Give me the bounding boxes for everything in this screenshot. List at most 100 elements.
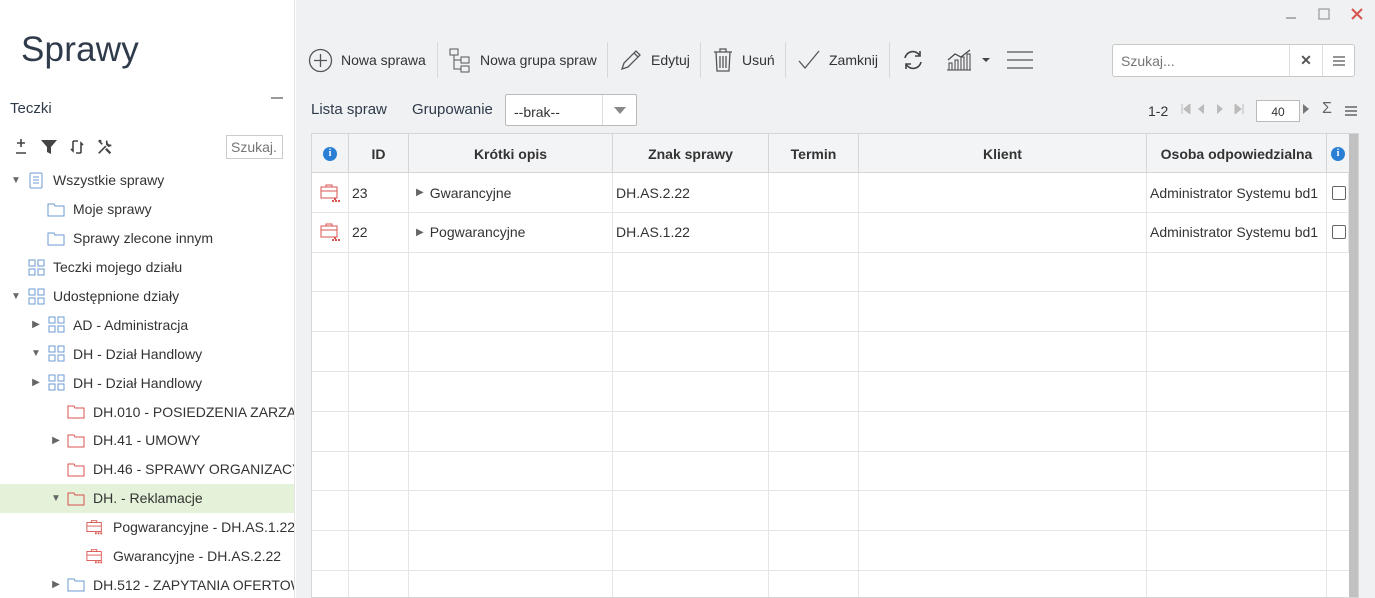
expand-row-icon[interactable]: ▶	[416, 187, 424, 198]
next-page-icon[interactable]	[1216, 103, 1224, 117]
clear-search-icon[interactable]: ✕	[1289, 45, 1322, 76]
tree-node-dh010[interactable]: DH.010 - POSIEDZENIA ZARZĄDU	[0, 397, 295, 426]
tree-node-label: Moje sprawy	[73, 201, 152, 218]
new-case-button[interactable]: Nowa sprawa	[308, 40, 426, 80]
case-search-input[interactable]	[1113, 45, 1289, 76]
tree-node-dh46[interactable]: DH.46 - SPRAWY ORGANIZACYJNE	[0, 455, 294, 484]
grouping-value: --brak--	[514, 104, 560, 120]
grouping-select[interactable]: --brak--	[505, 94, 637, 126]
plus-circle-icon	[308, 48, 333, 72]
next-page-active-icon[interactable]	[1302, 103, 1310, 117]
tree-node-reklamacje[interactable]: ▼ DH. - Reklamacje	[0, 483, 294, 513]
grid-body: 23 ▶ Gwarancyjne DH.AS.2.22 Administrato…	[312, 173, 1358, 597]
expand-collapse-icon[interactable]	[12, 137, 30, 157]
column-header-deadline[interactable]: Termin	[769, 134, 859, 173]
sum-icon[interactable]: Σ	[1322, 100, 1332, 118]
department-icon	[27, 288, 45, 304]
empty-row	[312, 451, 1358, 492]
empty-row	[312, 411, 1358, 452]
cell-id: 23	[349, 173, 409, 212]
empty-row	[312, 570, 1358, 597]
tree-node-ad[interactable]: ▶ AD - Administracja	[0, 310, 294, 339]
cell-owner: Administrator Systemu bd1	[1147, 173, 1327, 212]
collapsed-arrow-icon[interactable]: ▶	[30, 377, 42, 389]
search-options-icon[interactable]	[1322, 45, 1355, 76]
tree-node-my-department[interactable]: Teczki mojego działu	[0, 253, 294, 282]
chart-icon	[947, 49, 971, 71]
expanded-arrow-icon[interactable]: ▼	[30, 348, 42, 360]
tree-node-label: DH.46 - SPRAWY ORGANIZACYJNE	[93, 461, 294, 478]
table-row[interactable]: 23 ▶ Gwarancyjne DH.AS.2.22 Administrato…	[312, 173, 1358, 213]
expand-row-icon[interactable]: ▶	[416, 227, 424, 238]
tree-node-my-cases[interactable]: Moje sprawy	[0, 195, 294, 224]
case-icon	[312, 173, 349, 212]
tree-node-dh-2[interactable]: ▶ DH - Dział Handlowy	[0, 368, 294, 397]
collapsed-arrow-icon[interactable]: ▶	[50, 579, 62, 591]
close-window-icon[interactable]	[1351, 7, 1363, 25]
grid-scrollbar[interactable]	[1349, 134, 1358, 597]
column-header-sign[interactable]: Znak sprawy	[613, 134, 769, 173]
more-menu-button[interactable]	[1007, 40, 1041, 80]
filter-icon[interactable]	[40, 137, 58, 157]
pager-range: 1-2	[1148, 103, 1169, 119]
tree-node-dh[interactable]: ▼ DH - Dział Handlowy	[0, 339, 294, 368]
close-case-button[interactable]: Zamknij	[797, 40, 878, 80]
tree-node-case-pogwarancyjne[interactable]: Pogwarancyjne - DH.AS.1.22	[0, 513, 295, 542]
refresh-button[interactable]	[902, 40, 932, 80]
collapsed-arrow-icon[interactable]: ▶	[50, 434, 62, 446]
info-column-header-right[interactable]: i	[1327, 134, 1349, 173]
tree-node-label: DH.41 - UMOWY	[93, 432, 201, 449]
folder-tree: ▼ Wszystkie sprawy Moje sprawy Sprawy zl…	[0, 166, 295, 598]
red-folder-icon	[67, 432, 85, 448]
expanded-arrow-icon[interactable]: ▼	[10, 290, 22, 302]
cell-deadline	[769, 212, 859, 252]
tree-node-dh41[interactable]: ▶ DH.41 - UMOWY	[0, 426, 294, 455]
empty-row	[312, 292, 1358, 333]
collapse-panel-button[interactable]	[271, 97, 283, 99]
tree-node-label: DH.512 - ZAPYTANIA OFERTOWE	[93, 576, 295, 593]
cases-panel: Nowa sprawa Nowa grupa spraw Edytuj Usuń…	[296, 0, 1375, 598]
tree-search-input[interactable]	[226, 135, 283, 159]
column-header-id[interactable]: ID	[349, 134, 409, 173]
folder-icon	[47, 230, 65, 246]
case-icon	[86, 519, 104, 535]
new-group-button[interactable]: Nowa grupa spraw	[448, 40, 597, 80]
edit-button[interactable]: Edytuj	[619, 40, 690, 80]
expanded-arrow-icon[interactable]: ▼	[10, 174, 22, 186]
tree-node-dh512[interactable]: ▶ DH.512 - ZAPYTANIA OFERTOWE	[0, 570, 295, 598]
grouping-label: Grupowanie	[412, 101, 493, 118]
tree-node-delegated-cases[interactable]: Sprawy zlecone innym	[0, 224, 294, 253]
refresh-icon	[904, 50, 922, 70]
table-row[interactable]: 22 ▶ Pogwarancyjne DH.AS.1.22 Administra…	[312, 212, 1358, 253]
info-column-header[interactable]: i	[312, 134, 349, 173]
row-checkbox[interactable]	[1332, 185, 1346, 200]
info-icon: i	[323, 146, 337, 161]
tools-icon[interactable]	[96, 137, 114, 157]
red-folder-icon	[67, 461, 85, 477]
collapsed-arrow-icon[interactable]: ▶	[30, 319, 42, 331]
cell-owner: Administrator Systemu bd1	[1147, 212, 1327, 252]
tree-node-label: Pogwarancyjne - DH.AS.1.22	[113, 519, 295, 536]
first-page-icon[interactable]	[1181, 102, 1191, 117]
column-header-client[interactable]: Klient	[859, 134, 1147, 173]
chart-dropdown-button[interactable]	[945, 40, 999, 80]
tree-node-case-gwarancyjne[interactable]: Gwarancyjne - DH.AS.2.22	[0, 542, 294, 571]
department-icon	[47, 316, 65, 333]
expanded-arrow-icon[interactable]: ▼	[50, 492, 62, 504]
column-header-description[interactable]: Krótki opis	[409, 134, 613, 173]
columns-menu-icon[interactable]	[1345, 103, 1357, 119]
maximize-icon[interactable]	[1318, 7, 1330, 25]
row-checkbox[interactable]	[1332, 225, 1346, 240]
minimize-icon[interactable]	[1285, 7, 1297, 25]
tree-node-shared-departments[interactable]: ▼ Udostępnione działy	[0, 282, 294, 311]
page-size-input[interactable]: 40	[1256, 100, 1300, 122]
last-page-icon[interactable]	[1234, 102, 1244, 117]
prev-page-icon[interactable]	[1197, 103, 1205, 117]
folders-panel: Sprawy Teczki ▼ Wszystkie sprawy	[0, 0, 295, 598]
tree-node-all-cases[interactable]: ▼ Wszystkie sprawy	[0, 166, 294, 195]
tree-node-label: Gwarancyjne - DH.AS.2.22	[113, 548, 282, 565]
column-header-owner[interactable]: Osoba odpowiedzialna	[1147, 134, 1327, 173]
tree-node-label: DH.010 - POSIEDZENIA ZARZĄDU	[93, 403, 295, 420]
delete-button[interactable]: Usuń	[712, 40, 775, 80]
refresh-tree-icon[interactable]	[68, 137, 86, 157]
